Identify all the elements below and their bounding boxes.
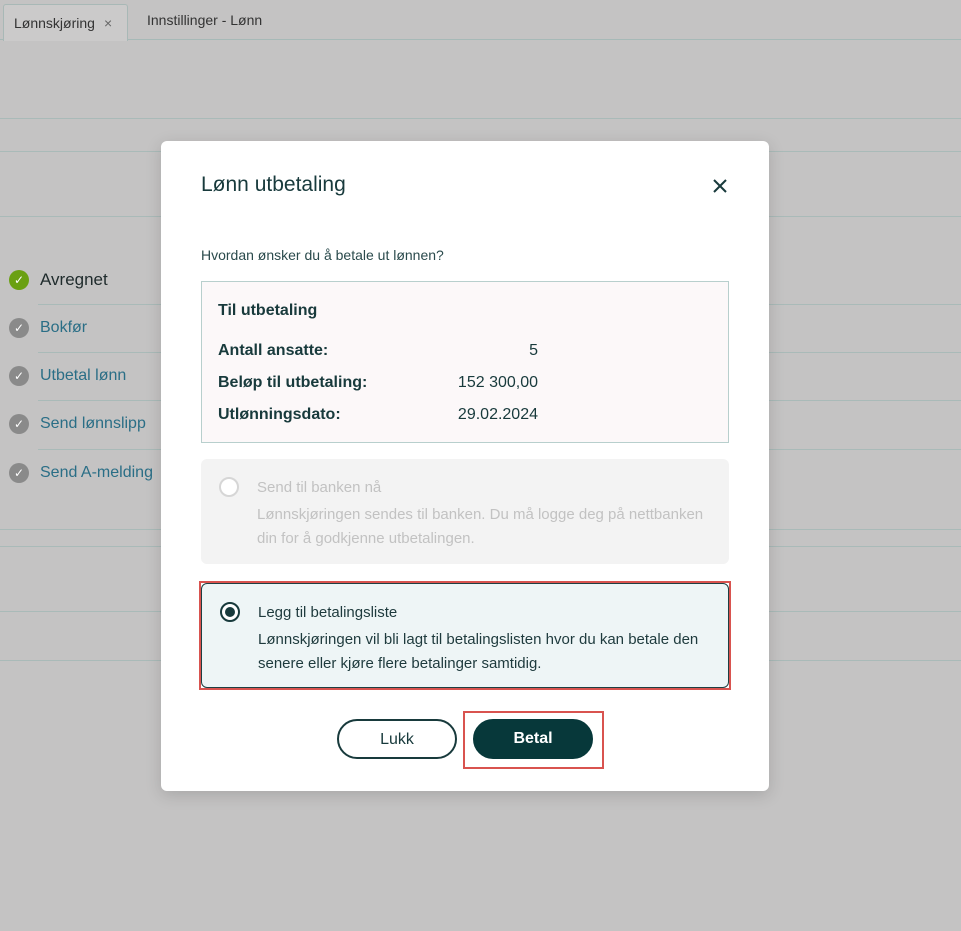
option-title: Send til banken nå [257,479,382,496]
step-utbetal-lonn[interactable]: ✓ Utbetal lønn [9,365,126,387]
option-description: Lønnskjøringen sendes til banken. Du må … [257,506,704,547]
summary-key: Beløp til utbetaling: [218,374,368,391]
payout-summary: Til utbetaling Antall ansatte: 5 Beløp t… [201,281,729,443]
option-send-to-bank: Send til banken nå Lønnskjøringen sendes… [201,459,729,564]
payout-question: Hvordan ønsker du å betale ut lønnen? [201,247,444,263]
step-avregnet: ✓ Avregnet [9,269,108,291]
step-label: Avregnet [40,270,108,289]
tab-label: Innstillinger - Lønn [147,12,263,28]
tab-close-icon[interactable]: × [104,5,112,41]
step-send-lonnslipp[interactable]: ✓ Send lønnslipp [9,413,146,435]
summary-value: 5 [529,342,538,359]
pay-button[interactable]: Betal [473,719,593,759]
summary-title: Til utbetaling [218,302,318,319]
summary-key: Utlønningsdato: [218,406,341,423]
radio-add-to-payment-list[interactable] [220,602,240,622]
check-icon: ✓ [9,414,29,434]
step-label[interactable]: Bokfør [40,319,87,337]
check-icon: ✓ [9,318,29,338]
step-label[interactable]: Send lønnslipp [40,415,146,433]
check-icon: ✓ [9,463,29,483]
close-icon[interactable] [711,177,729,195]
close-button[interactable]: Lukk [337,719,457,759]
tab-innstillinger-lonn[interactable]: Innstillinger - Lønn [147,2,262,38]
radio-send-to-bank [219,477,239,497]
divider [0,118,961,119]
step-label[interactable]: Utbetal lønn [40,367,126,385]
tab-label: Lønnskjøring [14,15,95,31]
step-send-a-melding[interactable]: ✓ Send A-melding [9,462,153,484]
option-description: Lønnskjøringen vil bli lagt til betaling… [258,631,699,672]
summary-value: 29.02.2024 [457,406,538,423]
step-label[interactable]: Send A-melding [40,464,153,482]
option-add-to-payment-list[interactable]: Legg til betalingsliste Lønnskjøringen v… [201,583,729,688]
summary-key: Antall ansatte: [218,342,329,359]
tab-bar: Lønnskjøring × Innstillinger - Lønn [0,0,961,41]
check-icon: ✓ [9,270,29,290]
summary-value: 152 300,00 [457,374,538,391]
option-title: Legg til betalingsliste [258,604,398,621]
step-bokfor[interactable]: ✓ Bokfør [9,317,87,339]
payout-modal: Lønn utbetaling Hvordan ønsker du å beta… [161,141,769,791]
modal-title: Lønn utbetaling [201,173,346,196]
check-icon: ✓ [9,366,29,386]
tab-lonnskjoring[interactable]: Lønnskjøring × [3,4,128,41]
